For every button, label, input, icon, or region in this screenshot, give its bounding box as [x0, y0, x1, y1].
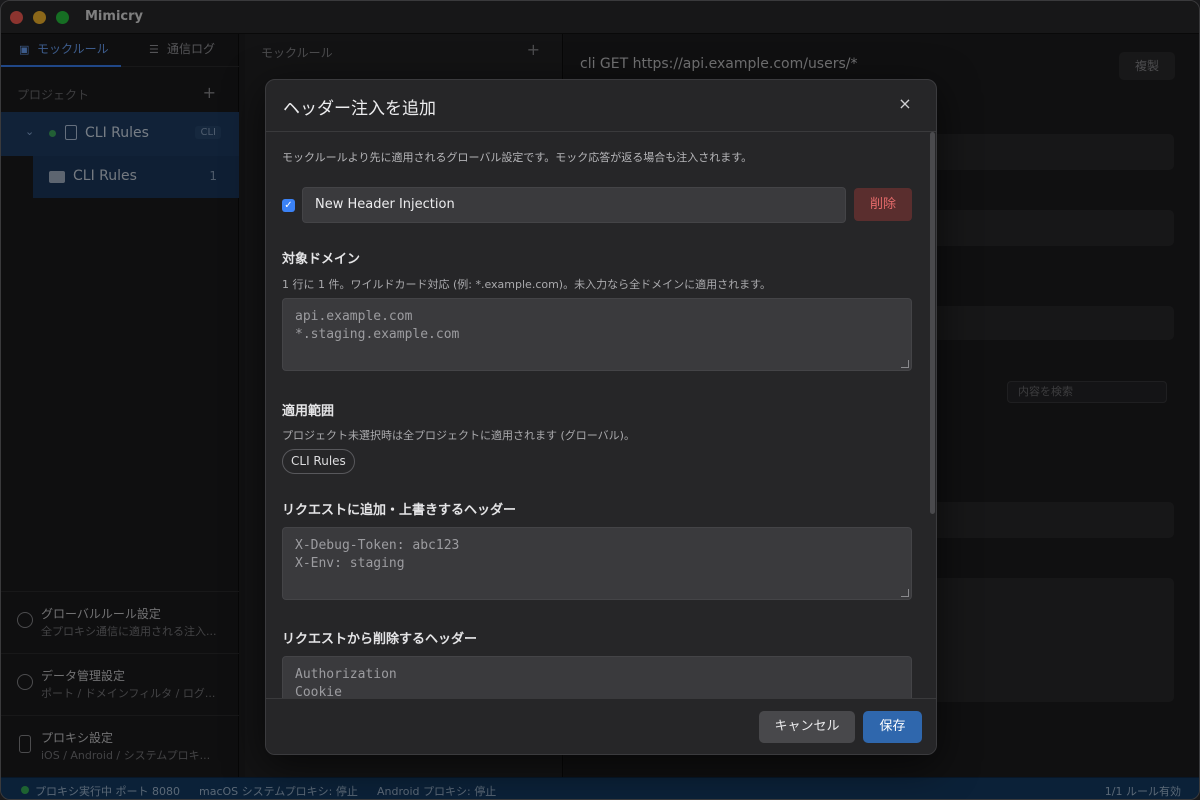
textarea-line: Authorization — [295, 667, 397, 682]
project-chip[interactable]: CLI Rules — [282, 449, 355, 474]
dialog-header: ヘッダー注入を追加 × — [266, 80, 936, 132]
scope-hint: プロジェクト未選択時は全プロジェクトに適用されます (グローバル)。 — [282, 429, 635, 442]
enabled-checkbox[interactable]: ✓ — [282, 199, 295, 212]
textarea-line: *.staging.example.com — [295, 327, 460, 342]
cancel-button[interactable]: キャンセル — [759, 711, 855, 743]
app-window: Mimicry ▣ モックルール ☰ 通信ログ プロジェクト + ⌄ CLI Rul… — [0, 0, 1200, 800]
resize-handle-icon[interactable] — [901, 360, 909, 368]
save-button[interactable]: 保存 — [863, 711, 922, 743]
resize-handle-icon[interactable] — [901, 589, 909, 597]
rule-name-input[interactable]: New Header Injection — [302, 187, 846, 223]
domain-hint: 1 行に 1 件。ワイルドカード対応 (例: *.example.com)。未入… — [282, 278, 771, 291]
domain-section-title: 対象ドメイン — [282, 252, 361, 267]
dialog-scrollbar[interactable] — [930, 132, 935, 514]
dialog-description: モックルールより先に適用されるグローバル設定です。モック応答が返る場合も注入され… — [282, 151, 753, 164]
dialog-body[interactable]: モックルールより先に適用されるグローバル設定です。モック応答が返る場合も注入され… — [266, 132, 936, 700]
textarea-line: api.example.com — [295, 309, 413, 324]
add-header-injection-dialog: ヘッダー注入を追加 × モックルールより先に適用されるグローバル設定です。モック… — [265, 79, 937, 755]
add-headers-textarea[interactable]: X-Debug-Token: abc123 X-Env: staging — [282, 527, 912, 600]
remove-headers-textarea[interactable]: Authorization Cookie — [282, 656, 912, 700]
textarea-line: X-Env: staging — [295, 556, 405, 571]
delete-button[interactable]: 削除 — [854, 188, 912, 221]
scope-section-title: 適用範囲 — [282, 404, 335, 419]
dialog-title: ヘッダー注入を追加 — [283, 99, 436, 119]
close-icon[interactable]: × — [896, 95, 914, 113]
textarea-line: X-Debug-Token: abc123 — [295, 538, 460, 553]
dialog-footer: キャンセル 保存 — [266, 698, 936, 754]
remove-headers-section-title: リクエストから削除するヘッダー — [282, 632, 478, 647]
domain-textarea[interactable]: api.example.com *.staging.example.com — [282, 298, 912, 371]
add-headers-section-title: リクエストに追加・上書きするヘッダー — [282, 503, 517, 518]
